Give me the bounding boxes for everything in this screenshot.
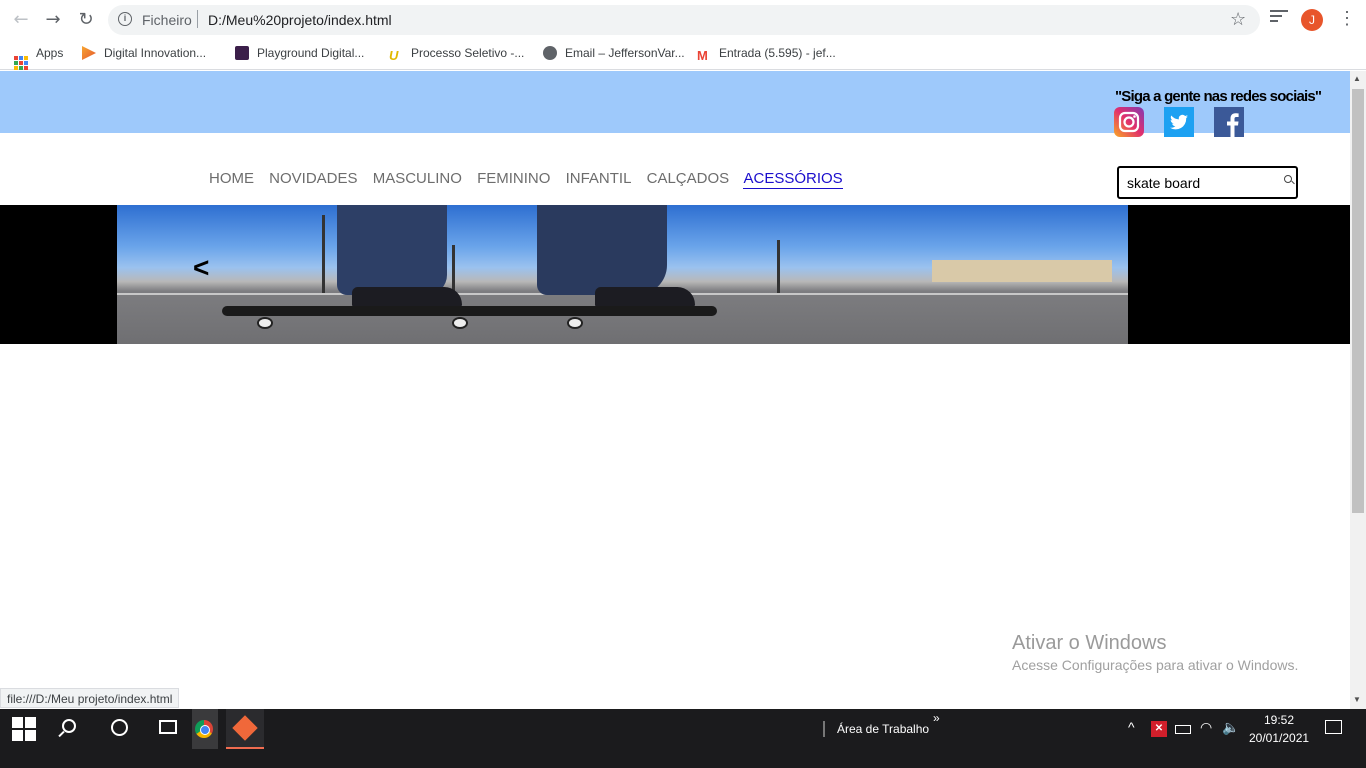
menu-kebab-icon[interactable]: ⋮ [1338,8,1356,29]
social-header-band: "Siga a gente nas redes sociais" [0,71,1350,133]
bookmark-label: Apps [36,46,64,60]
skateboard-wheel [452,317,468,329]
clock-date[interactable]: 20/01/2021 [1249,731,1309,745]
git-icon [232,715,258,741]
carousel-prev-arrow[interactable]: < [193,252,209,284]
taskbar-divider [823,721,825,737]
forward-arrow-icon[interactable]: → [41,8,65,32]
skater-shoe-right [595,287,695,307]
notification-center-icon[interactable] [1325,720,1342,734]
windows-taskbar: Área de Trabalho » ^ ✕ ◠ 🔈 19:52 20/01/2… [0,709,1366,768]
skater-shoe-left [352,287,462,307]
task-view-icon[interactable] [159,720,177,734]
playground-icon [235,46,249,60]
scroll-down-arrow-icon[interactable]: ▼ [1353,695,1361,704]
search-icon[interactable] [1284,175,1292,183]
skateboard-wheel [567,317,583,329]
facebook-icon[interactable] [1214,107,1244,137]
bookmark-digital-innovation[interactable]: Digital Innovation... [82,46,206,60]
background-pole [452,245,455,293]
dio-icon [82,46,96,60]
bookmark-label: Entrada (5.595) - jef... [719,46,836,60]
menu-item-infantil[interactable]: INFANTIL [566,170,632,187]
browser-toolbar: ← → ↻ i Ficheiro D:/Meu%20projeto/index.… [0,0,1366,40]
main-menu: HOME NOVIDADES MASCULINO FEMININO INFANT… [209,170,854,189]
volume-icon[interactable]: 🔈 [1222,720,1239,736]
url-scheme-label: Ficheiro [142,12,192,28]
menu-item-calcados[interactable]: CALÇADOS [647,170,730,187]
globe-icon [543,46,557,60]
bookmark-label: Processo Seletivo -... [411,46,525,60]
social-heading: "Siga a gente nas redes sociais" [1115,88,1322,105]
bookmark-apps[interactable]: Apps [14,46,63,70]
search-box[interactable] [1117,166,1298,199]
menu-item-novidades[interactable]: NOVIDADES [269,170,357,187]
bookmark-gmail[interactable]: M Entrada (5.595) - jef... [697,46,836,63]
menu-item-home[interactable]: HOME [209,170,254,187]
skateboard-banner-image [117,205,1128,344]
background-pole [322,215,325,293]
media-control-icon[interactable] [1270,10,1288,28]
windows-start-icon[interactable] [12,717,36,741]
bookmark-email[interactable]: Email – JeffersonVar... [543,46,685,60]
bookmark-label: Digital Innovation... [104,46,207,60]
activate-windows-subtitle: Acesse Configurações para ativar o Windo… [1012,657,1299,673]
background-building [932,260,1112,282]
info-icon[interactable]: i [118,12,132,26]
apps-grid-icon [14,56,28,70]
url-separator [197,10,198,28]
taskbar-search-icon[interactable] [62,719,76,733]
menu-item-masculino[interactable]: MASCULINO [373,170,462,187]
instagram-icon[interactable] [1114,107,1144,137]
antivirus-tray-icon[interactable]: ✕ [1151,721,1167,737]
page-scrollbar[interactable]: ▲ ▼ [1350,71,1366,709]
skateboard-wheel [257,317,273,329]
taskbar-chrome-app[interactable] [192,709,218,749]
scroll-up-arrow-icon[interactable]: ▲ [1353,74,1361,83]
chrome-icon [195,720,213,738]
clock-time[interactable]: 19:52 [1264,713,1294,727]
skater-leg-right [537,205,667,295]
twitter-icon[interactable] [1164,107,1194,137]
background-pole [777,240,780,293]
skateboard-deck [222,306,717,316]
wifi-icon[interactable]: ◠ [1200,720,1212,736]
address-bar[interactable]: i Ficheiro D:/Meu%20projeto/index.html [108,5,1260,35]
back-arrow-icon[interactable]: ← [9,8,33,32]
bookmark-star-icon[interactable]: ☆ [1230,9,1246,30]
reload-icon[interactable]: ↻ [74,8,98,32]
menu-item-acessorios[interactable]: ACESSÓRIOS [743,170,843,189]
menu-item-feminino[interactable]: FEMININO [477,170,550,187]
taskbar-git-app[interactable] [226,709,264,749]
url-text[interactable]: D:/Meu%20projeto/index.html [208,12,392,28]
cortana-icon[interactable] [111,719,128,736]
processo-icon: U [389,48,399,63]
bookmarks-bar: Apps Digital Innovation... Playground Di… [0,40,1366,70]
gmail-icon: M [697,48,708,63]
battery-icon[interactable] [1175,725,1191,734]
status-link-tooltip: file:///D:/Meu projeto/index.html [0,688,180,708]
search-input[interactable] [1127,174,1277,192]
bookmark-label: Playground Digital... [257,46,365,60]
activate-windows-title: Ativar o Windows [1012,632,1167,654]
banner-carousel: < [0,205,1350,344]
toolbar-overflow-chevron-icon[interactable]: » [933,711,940,725]
desktop-toolbar-label[interactable]: Área de Trabalho [837,722,929,736]
bookmark-processo-seletivo[interactable]: U Processo Seletivo -... [389,46,524,63]
scroll-thumb[interactable] [1352,89,1364,513]
skater-leg-left [337,205,447,295]
bookmark-playground[interactable]: Playground Digital... [235,46,364,60]
tray-overflow-chevron-icon[interactable]: ^ [1128,719,1135,735]
web-page: "Siga a gente nas redes sociais" HOME NO… [0,71,1350,709]
bookmark-label: Email – JeffersonVar... [565,46,685,60]
profile-avatar[interactable]: J [1301,9,1323,31]
